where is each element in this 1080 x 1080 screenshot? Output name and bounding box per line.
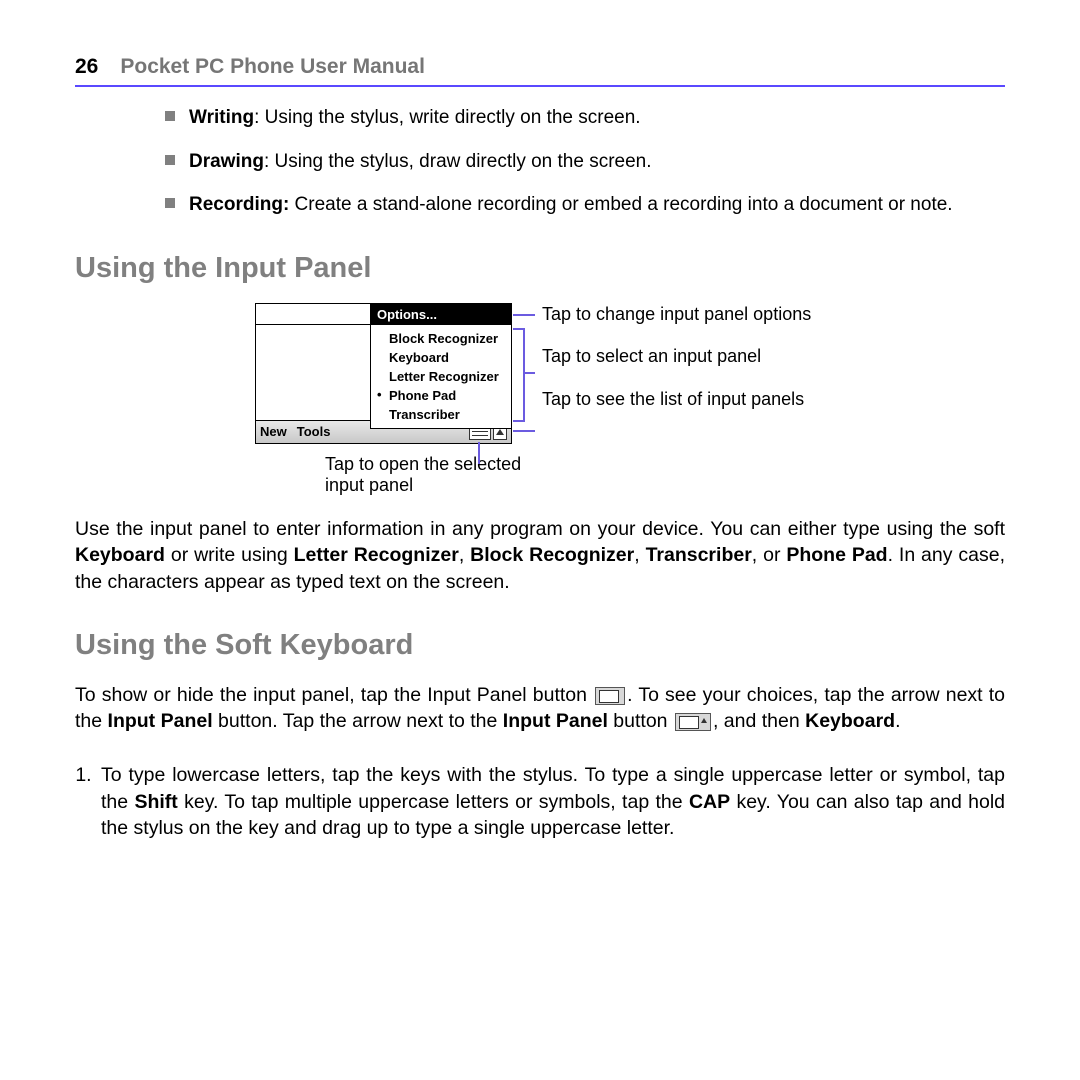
menu-item-keyboard[interactable]: Keyboard <box>371 348 511 367</box>
text: or write using <box>165 544 294 566</box>
text: To show or hide the input panel, tap the… <box>75 684 593 706</box>
menu-item-letter-recognizer[interactable]: Letter Recognizer <box>371 367 511 386</box>
menu-options-header[interactable]: Options... <box>371 304 511 325</box>
bullet-writing: Writing: Using the stylus, write directl… <box>165 105 1005 131</box>
bar-new[interactable]: New <box>260 424 287 439</box>
bullet-label: Writing <box>189 107 254 128</box>
text: button. Tap the arrow next to the <box>213 710 503 732</box>
text-bold: CAP <box>689 791 730 813</box>
callout-select-panel: Tap to select an input panel <box>542 345 811 368</box>
bar-left: New Tools <box>260 424 330 439</box>
feature-bullets: Writing: Using the stylus, write directl… <box>165 105 1005 218</box>
soft-keyboard-paragraph: To show or hide the input panel, tap the… <box>75 682 1005 735</box>
bullet-label: Recording: <box>189 194 289 215</box>
menu-items: Block Recognizer Keyboard Letter Recogni… <box>371 325 511 428</box>
menu-item-block-recognizer[interactable]: Block Recognizer <box>371 329 511 348</box>
bullet-text: : Using the stylus, write directly on th… <box>254 107 641 128</box>
text-bold: Keyboard <box>75 544 165 566</box>
bullet-drawing: Drawing: Using the stylus, draw directly… <box>165 149 1005 175</box>
text: , <box>459 544 470 566</box>
bar-tools[interactable]: Tools <box>297 424 331 439</box>
bullet-recording: Recording: Create a stand-alone recordin… <box>165 192 1005 218</box>
bullet-label: Drawing <box>189 151 264 172</box>
leader-line <box>513 314 535 316</box>
below-callouts: Tap to open the selected input panel <box>255 454 1005 496</box>
callout-see-list: Tap to see the list of input panels <box>542 388 811 411</box>
section-using-soft-keyboard: Using the Soft Keyboard <box>75 629 1005 662</box>
bullet-text: : Using the stylus, draw directly on the… <box>264 151 652 172</box>
text-bold: Input Panel <box>503 710 608 732</box>
manual-title: Pocket PC Phone User Manual <box>120 55 425 79</box>
section-using-input-panel: Using the Input Panel <box>75 252 1005 285</box>
page-header: 26 Pocket PC Phone User Manual <box>75 55 1005 87</box>
menu-item-phone-pad[interactable]: Phone Pad <box>371 386 511 405</box>
leader-line <box>523 372 535 374</box>
leader-line <box>513 430 535 432</box>
text: , and then <box>713 710 805 732</box>
text: button <box>608 710 673 732</box>
keyboard-instructions: To type lowercase letters, tap the keys … <box>75 762 1005 841</box>
page-number: 26 <box>75 55 98 79</box>
text-bold: Transcriber <box>646 544 752 566</box>
text-bold: Block Recognizer <box>470 544 634 566</box>
text-bold: Phone Pad <box>786 544 887 566</box>
input-panel-button-with-arrow-icon <box>675 713 711 731</box>
input-panel-diagram: Options... Block Recognizer Keyboard Let… <box>255 303 1005 444</box>
input-panel-paragraph: Use the input panel to enter information… <box>75 516 1005 595</box>
text: Use the input panel to enter information… <box>75 518 1005 540</box>
text-bold: Keyboard <box>805 710 895 732</box>
callout-change-options: Tap to change input panel options <box>542 303 811 326</box>
callout-open-selected: Tap to open the selected input panel <box>325 454 565 496</box>
text: , or <box>752 544 787 566</box>
callouts: Tap to change input panel options Tap to… <box>542 303 811 431</box>
input-panel-button-icon <box>595 687 625 705</box>
text-bold: Input Panel <box>108 710 213 732</box>
text: , <box>634 544 645 566</box>
text-bold: Shift <box>134 791 177 813</box>
menu-item-transcriber[interactable]: Transcriber <box>371 405 511 424</box>
bullet-text: Create a stand-alone recording or embed … <box>289 194 952 215</box>
bracket <box>513 328 525 422</box>
instruction-1: To type lowercase letters, tap the keys … <box>97 762 1005 841</box>
text-bold: Letter Recognizer <box>294 544 459 566</box>
input-panel-menu: Options... Block Recognizer Keyboard Let… <box>370 304 511 429</box>
leader-line <box>478 442 480 464</box>
text: key. To tap multiple uppercase letters o… <box>178 791 689 813</box>
screenshot: Options... Block Recognizer Keyboard Let… <box>255 303 512 444</box>
text: . <box>895 710 900 732</box>
